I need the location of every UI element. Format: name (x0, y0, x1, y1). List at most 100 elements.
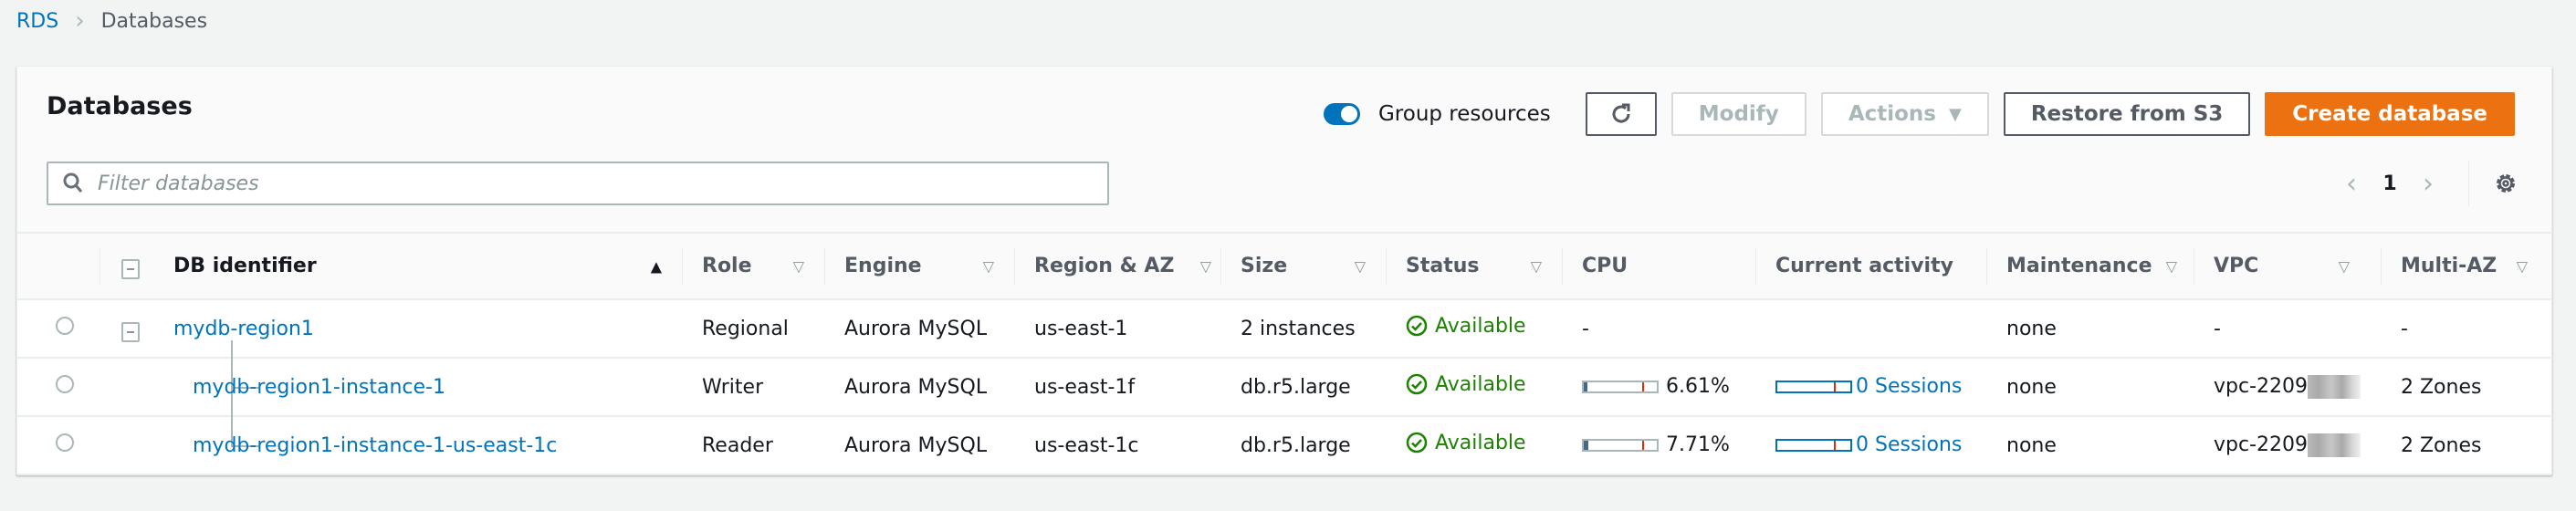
cpu-bar (1582, 380, 1659, 393)
cpu-bar-fill (1584, 440, 1588, 450)
vpc-id: vpc-2209 (2214, 375, 2309, 398)
cpu-meter: 7.71% (1582, 433, 1730, 456)
column-label: VPC (2214, 255, 2259, 277)
databases-panel: Databases Group resources Modify Actions… (16, 66, 2552, 474)
table-row[interactable]: mydb-region1-instance-1 Writer Aurora My… (17, 358, 2551, 419)
column-separator (824, 248, 825, 285)
role-cell: Reader (702, 433, 773, 457)
cpu-value: 6.61% (1666, 375, 1730, 399)
status-text: Available (1435, 372, 1526, 396)
sort-icon[interactable]: ▽ (2166, 257, 2177, 275)
check-circle-icon (1406, 433, 1428, 454)
size-cell: 2 instances (1241, 317, 1356, 340)
settings-button[interactable] (2493, 171, 2518, 196)
column-db-identifier[interactable]: DB identifier ▲ (161, 233, 682, 299)
status-badge: Available (1406, 373, 1526, 396)
column-label: CPU (1582, 255, 1628, 277)
header-expand (99, 233, 161, 299)
group-resources-toggle[interactable] (1323, 103, 1360, 125)
column-status[interactable]: Status ▽ (1386, 233, 1562, 299)
gear-icon (2497, 174, 2515, 193)
column-label: Maintenance (2006, 255, 2152, 277)
cpu-threshold-mark (1642, 440, 1644, 450)
current-page-number[interactable]: 1 (2368, 172, 2412, 195)
check-circle-icon (1406, 374, 1428, 395)
db-identifier-link[interactable]: mydb-region1-instance-1 (193, 376, 445, 399)
db-identifier-cell: mydb-region1-instance-1-us-east-1c (161, 416, 682, 474)
sort-icon[interactable]: ▽ (1200, 257, 1211, 275)
activity-cell: 0 Sessions (1755, 416, 1986, 474)
engine-cell: Aurora MySQL (844, 375, 988, 399)
column-label: Role (702, 255, 752, 277)
group-resources-toggle-wrap: Group resources (1323, 102, 1551, 126)
size-cell: db.r5.large (1241, 375, 1351, 399)
activity-meter: 0 Sessions (1775, 375, 1962, 398)
column-maintenance[interactable]: Maintenance ▽ (1986, 233, 2194, 299)
restore-from-s3-button[interactable]: Restore from S3 (2003, 92, 2251, 136)
sort-icon[interactable]: ▽ (983, 257, 994, 275)
cpu-cell: 6.61% (1562, 358, 1755, 416)
row-radio[interactable] (56, 317, 74, 335)
sort-icon[interactable]: ▽ (2517, 257, 2528, 275)
modify-button[interactable]: Modify (1670, 92, 1806, 136)
sort-ascending-icon[interactable]: ▲ (651, 257, 662, 275)
actions-button[interactable]: Actions ▼ (1820, 92, 1989, 136)
sort-icon[interactable]: ▽ (2339, 257, 2350, 275)
check-circle-icon (1406, 316, 1428, 337)
breadcrumb-current: Databases (100, 9, 208, 33)
db-identifier-link[interactable]: mydb-region1 (173, 318, 314, 340)
databases-table: DB identifier ▲ Role ▽ Engine ▽ Region & AZ… (17, 232, 2551, 475)
column-multi-az[interactable]: Multi-AZ ▽ (2381, 233, 2551, 299)
filter-databases-field[interactable] (47, 162, 1109, 205)
cpu-cell: - (1582, 317, 1589, 340)
row-radio[interactable] (56, 433, 74, 452)
tree-cell (99, 358, 260, 419)
column-role[interactable]: Role ▽ (682, 233, 824, 299)
activity-meter: 0 Sessions (1775, 433, 1962, 456)
sessions-link[interactable]: 0 Sessions (1856, 375, 1962, 398)
column-engine[interactable]: Engine ▽ (824, 233, 1014, 299)
column-separator (1220, 248, 1221, 285)
create-database-button[interactable]: Create database (2265, 92, 2515, 136)
next-page-icon[interactable]: › (2412, 168, 2445, 200)
group-resources-label: Group resources (1377, 102, 1551, 126)
column-label: Multi-AZ (2401, 255, 2497, 277)
collapse-group-button[interactable] (121, 321, 140, 342)
table-row[interactable]: mydb-region1 Regional Aurora MySQL us-ea… (17, 299, 2551, 360)
pagination: ‹ 1 › (2335, 161, 2518, 206)
db-identifier-cell: mydb-region1-instance-1 (161, 358, 682, 416)
column-vpc[interactable]: VPC ▽ (2194, 233, 2381, 299)
table-row[interactable]: mydb-region1-instance-1-us-east-1c Reade… (17, 416, 2551, 474)
sort-icon[interactable]: ▽ (1355, 257, 1366, 275)
column-region-az[interactable]: Region & AZ ▽ (1014, 233, 1220, 299)
breadcrumb-rds-link[interactable]: RDS (16, 10, 58, 33)
tree-cell (99, 299, 233, 360)
cpu-value: 7.71% (1666, 433, 1730, 457)
vpc-cell: vpc-2209 (2194, 358, 2381, 416)
column-separator (1562, 248, 1563, 285)
column-label: Engine (844, 255, 922, 277)
header-select (17, 233, 99, 299)
column-separator (1986, 248, 1987, 285)
status-text: Available (1435, 314, 1526, 338)
column-size[interactable]: Size ▽ (1220, 233, 1386, 299)
column-separator (99, 248, 100, 285)
maintenance-cell: none (2006, 317, 2057, 340)
db-identifier-link[interactable]: mydb-region1-instance-1-us-east-1c (193, 434, 557, 457)
collapse-all-button[interactable] (121, 259, 140, 279)
toolbar: Group resources Modify Actions ▼ Restore… (1323, 92, 2515, 136)
previous-page-icon[interactable]: ‹ (2335, 168, 2368, 200)
refresh-button[interactable] (1585, 92, 1657, 136)
row-radio[interactable] (56, 375, 74, 393)
vpc-cell: vpc-2209 (2194, 416, 2381, 474)
pager-divider (2468, 161, 2469, 206)
search-input[interactable] (96, 171, 1082, 196)
size-cell: db.r5.large (1241, 433, 1351, 457)
caret-down-icon: ▼ (1949, 104, 1962, 124)
sort-icon[interactable]: ▽ (1531, 257, 1542, 275)
sessions-link[interactable]: 0 Sessions (1856, 433, 1962, 456)
multi-az-cell: - (2401, 317, 2408, 340)
sort-icon[interactable]: ▽ (793, 257, 804, 275)
activity-cell (1755, 299, 1986, 358)
maintenance-cell: none (2006, 375, 2057, 399)
